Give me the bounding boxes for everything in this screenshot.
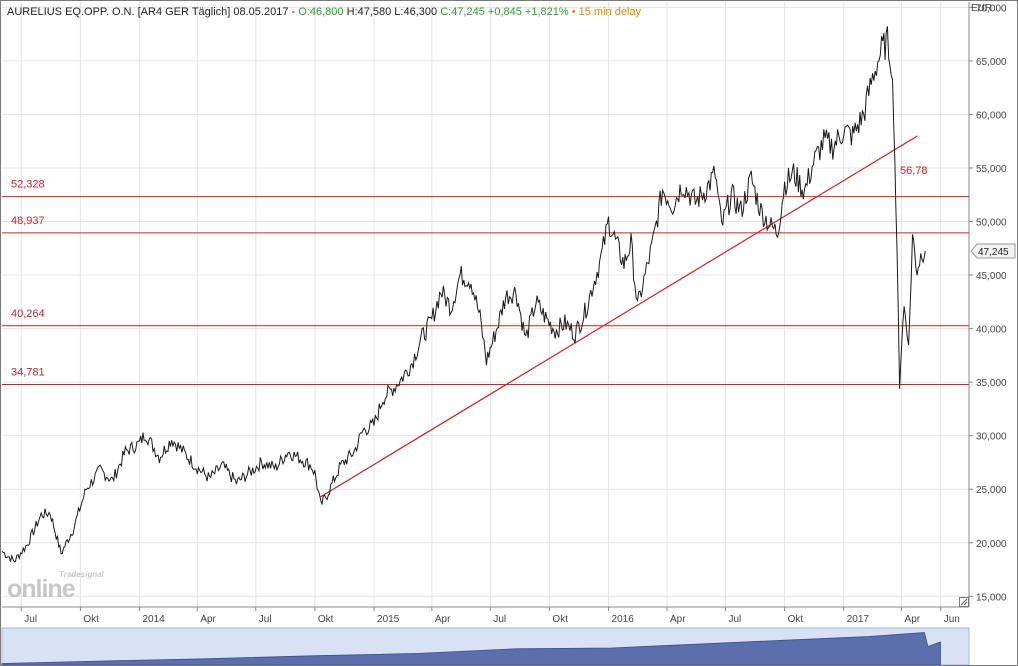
x-tick-label: 2016	[612, 614, 635, 625]
change-value: +0,845	[487, 6, 522, 18]
tradesignal-online-logo: Tradesignal online	[7, 569, 117, 609]
y-tick-label: 65,000	[976, 57, 1007, 68]
x-tick-label: Okt	[83, 614, 99, 625]
x-tick-label: Okt	[318, 614, 334, 625]
x-tick-label: Jul	[24, 614, 37, 625]
high-value: H:47,580	[346, 6, 392, 18]
y-axis: 15,000 20,000 25,000 30,000 35,000 40,000 45,0…	[968, 2, 1007, 607]
y-tick-label: 35,000	[976, 378, 1007, 389]
x-tick-label: 2017	[847, 614, 870, 625]
resize-handle-icon[interactable]	[959, 597, 969, 607]
horizontal-line-label: 34,781	[11, 366, 45, 378]
last-price-label: 47,245	[978, 247, 1009, 258]
x-tick-label: Apr	[435, 614, 451, 625]
price-chart[interactable]: Jul Okt 2014 Apr Jul Okt 2015 Apr Jul Okt 2016 Apr J…	[1, 1, 1017, 665]
x-tick-label: 2014	[143, 614, 166, 625]
x-tick-label: Apr	[670, 614, 686, 625]
y-tick-label: 55,000	[976, 164, 1007, 175]
delay-notice: • 15 min delay	[571, 6, 641, 18]
y-tick-label: 40,000	[976, 325, 1007, 336]
x-tick-label: Okt	[552, 614, 568, 625]
y-tick-label: 60,000	[976, 110, 1007, 121]
grid-lines	[2, 2, 969, 607]
price-tag-group: 47,245	[970, 243, 1016, 259]
x-tick-label: Apr	[905, 614, 921, 625]
trendline-label: 56,78	[900, 165, 928, 177]
logo-product: online	[7, 575, 76, 603]
y-tick-label: 20,000	[976, 539, 1007, 550]
y-tick-label: 25,000	[976, 485, 1007, 496]
navigator-panel[interactable]	[1, 627, 970, 665]
open-value: O:46,800	[298, 6, 344, 18]
horizontal-line-label: 52,328	[11, 179, 45, 191]
change-percent: +1,821%	[524, 6, 569, 18]
y-tick-label: 30,000	[976, 432, 1007, 443]
y-tick-label: 15,000	[976, 592, 1007, 603]
x-tick-label: Okt	[788, 614, 804, 625]
horizontal-line-label: 40,264	[11, 308, 45, 320]
x-tick-label: Jul	[259, 614, 272, 625]
x-tick-label: Jun	[944, 614, 960, 625]
currency-label: EUR	[971, 3, 993, 14]
x-tick-label: Jul	[493, 614, 506, 625]
instrument-title: AURELIUS EQ.OPP. O.N. [AR4 GER Täglich] …	[7, 6, 289, 18]
x-tick-label: Jul	[728, 614, 741, 625]
plot-area	[2, 2, 969, 607]
close-value: C:47,245	[440, 6, 485, 18]
low-value: L:46,300	[394, 6, 438, 18]
x-axis: Jul Okt 2014 Apr Jul Okt 2015 Apr Jul Okt 2016 Apr J…	[2, 606, 969, 625]
chart-header: AURELIUS EQ.OPP. O.N. [AR4 GER Täglich] …	[7, 6, 641, 18]
x-tick-label: 2015	[377, 614, 400, 625]
y-tick-label: 45,000	[976, 271, 1007, 282]
x-tick-label: Apr	[200, 614, 216, 625]
chart-window: Jul Okt 2014 Apr Jul Okt 2015 Apr Jul Okt 2016 Apr J…	[0, 0, 1018, 666]
y-tick-label: 50,000	[976, 218, 1007, 229]
horizontal-line-label: 48,937	[11, 215, 45, 227]
